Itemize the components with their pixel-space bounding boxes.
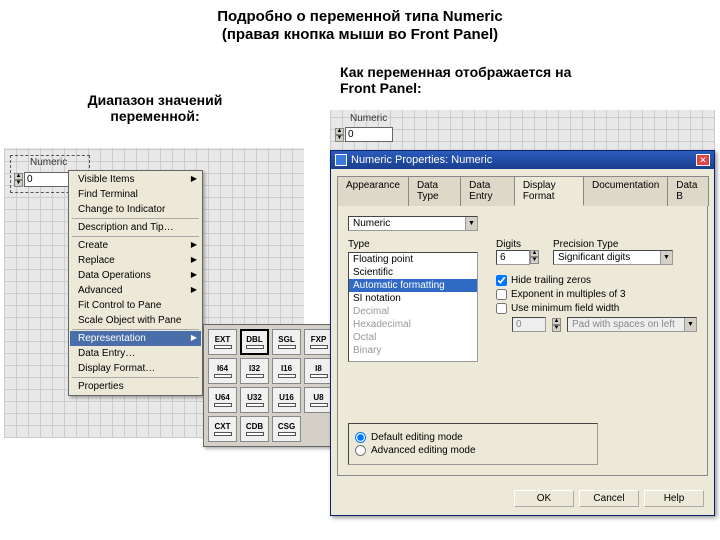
rep-sgl[interactable]: SGL — [272, 329, 301, 355]
tabs: Appearance Data Type Data Entry Display … — [337, 175, 708, 206]
numeric-label-left: Numeric — [30, 157, 67, 168]
rep-u16[interactable]: U16 — [272, 387, 301, 413]
menu-fit-control[interactable]: Fit Control to Pane — [70, 298, 201, 313]
tab-documentation[interactable]: Documentation — [583, 176, 668, 206]
numeric-control-left[interactable]: ▲ ▼ 0 — [14, 172, 72, 187]
digits-input[interactable]: 6 — [496, 250, 530, 265]
menu-change-indicator[interactable]: Change to Indicator — [70, 202, 201, 217]
digits-label: Digits — [496, 239, 539, 250]
menu-replace[interactable]: Replace▶ — [70, 253, 201, 268]
dialog-titlebar[interactable]: Numeric Properties: Numeric ✕ — [331, 151, 714, 169]
page-title-2: (правая кнопка мыши во Front Panel) — [0, 26, 720, 43]
pad-dropdown: Pad with spaces on left▼ — [567, 317, 697, 332]
rep-u32[interactable]: U32 — [240, 387, 269, 413]
type-list[interactable]: Floating point Scientific Automatic form… — [348, 252, 478, 362]
type-binary: Binary — [349, 344, 477, 357]
numeric-input-right[interactable]: 0 — [345, 127, 393, 142]
numeric-dropdown[interactable]: Numeric▼ — [348, 216, 478, 231]
precision-dropdown[interactable]: Significant digits▼ — [553, 250, 673, 265]
dialog-title: Numeric Properties: Numeric — [351, 154, 492, 166]
tab-appearance[interactable]: Appearance — [337, 176, 409, 206]
ok-button[interactable]: OK — [514, 490, 574, 507]
menu-visible-items[interactable]: Visible Items▶ — [70, 172, 201, 187]
rep-u64[interactable]: U64 — [208, 387, 237, 413]
rep-cxt[interactable]: CXT — [208, 416, 237, 442]
menu-desc-tip[interactable]: Description and Tip… — [70, 220, 201, 235]
properties-dialog: Numeric Properties: Numeric ✕ Appearance… — [330, 150, 715, 516]
digits-spin-down-icon[interactable]: ▼ — [530, 257, 539, 264]
rep-cdb[interactable]: CDB — [240, 416, 269, 442]
rep-i64[interactable]: I64 — [208, 358, 237, 384]
help-button[interactable]: Help — [644, 490, 704, 507]
type-hex: Hexadecimal — [349, 318, 477, 331]
cancel-button[interactable]: Cancel — [579, 490, 639, 507]
context-menu: Visible Items▶ Find Terminal Change to I… — [68, 170, 203, 396]
rep-i16[interactable]: I16 — [272, 358, 301, 384]
advanced-editing-radio[interactable]: Advanced editing mode — [355, 445, 591, 456]
tab-data-b[interactable]: Data B — [667, 176, 709, 206]
default-editing-radio[interactable]: Default editing mode — [355, 432, 591, 443]
display-format-pane: Numeric▼ Type Floating point Scientific … — [337, 206, 708, 476]
dialog-buttons: OK Cancel Help — [331, 482, 714, 515]
app-icon — [335, 154, 347, 166]
spin-down-icon[interactable]: ▼ — [335, 135, 344, 142]
type-decimal: Decimal — [349, 305, 477, 318]
type-label: Type — [348, 239, 478, 250]
digits-spin-up-icon[interactable]: ▲ — [530, 250, 539, 257]
type-automatic[interactable]: Automatic formatting — [349, 279, 477, 292]
hide-trailing-zeros-checkbox[interactable]: Hide trailing zeros — [496, 275, 697, 286]
rep-u8[interactable]: U8 — [304, 387, 333, 413]
minw-spin-down-icon: ▼ — [552, 325, 561, 332]
spin-up-icon[interactable]: ▲ — [335, 128, 344, 135]
menu-data-operations[interactable]: Data Operations▶ — [70, 268, 201, 283]
spin-up-icon[interactable]: ▲ — [14, 173, 23, 180]
numeric-input-left[interactable]: 0 — [24, 172, 72, 187]
representation-flyout: EXT DBL SGL FXP I64 I32 I16 I8 U64 U32 U… — [203, 324, 338, 447]
rep-ext[interactable]: EXT — [208, 329, 237, 355]
rep-i32[interactable]: I32 — [240, 358, 269, 384]
editing-mode-group: Default editing mode Advanced editing mo… — [348, 423, 598, 465]
menu-advanced[interactable]: Advanced▶ — [70, 283, 201, 298]
close-icon[interactable]: ✕ — [696, 154, 710, 166]
rep-fxp[interactable]: FXP — [304, 329, 333, 355]
spin-down-icon[interactable]: ▼ — [14, 180, 23, 187]
minw-spin-up-icon: ▲ — [552, 318, 561, 325]
chevron-down-icon: ▼ — [465, 217, 477, 230]
type-floating-point[interactable]: Floating point — [349, 253, 477, 266]
type-absolute-time[interactable]: Absolute time — [349, 361, 477, 362]
menu-find-terminal[interactable]: Find Terminal — [70, 187, 201, 202]
min-field-width-checkbox[interactable]: Use minimum field width — [496, 303, 697, 314]
menu-display-format[interactable]: Display Format… — [70, 361, 201, 376]
left-subtitle: Диапазон значенийпеременной: — [60, 92, 250, 124]
menu-representation[interactable]: Representation▶ — [70, 331, 201, 346]
chevron-down-icon: ▼ — [684, 318, 696, 331]
tab-data-entry[interactable]: Data Entry — [460, 176, 515, 206]
menu-scale-object[interactable]: Scale Object with Pane — [70, 313, 201, 328]
rep-i8[interactable]: I8 — [304, 358, 333, 384]
rep-dbl[interactable]: DBL — [240, 329, 269, 355]
min-field-width-input: 0 — [512, 317, 546, 332]
tab-display-format[interactable]: Display Format — [514, 176, 584, 206]
menu-data-entry[interactable]: Data Entry… — [70, 346, 201, 361]
type-scientific[interactable]: Scientific — [349, 266, 477, 279]
numeric-label-right: Numeric — [350, 113, 387, 124]
menu-properties[interactable]: Properties — [70, 379, 201, 394]
tab-data-type[interactable]: Data Type — [408, 176, 461, 206]
right-subtitle: Как переменная отображается наFront Pane… — [340, 64, 670, 96]
precision-label: Precision Type — [553, 239, 673, 250]
type-octal: Octal — [349, 331, 477, 344]
numeric-control-right[interactable]: ▲ ▼ 0 — [335, 127, 393, 142]
rep-csg[interactable]: CSG — [272, 416, 301, 442]
menu-create[interactable]: Create▶ — [70, 238, 201, 253]
page-title-1: Подробно о переменной типа Numeric — [0, 8, 720, 25]
type-si[interactable]: SI notation — [349, 292, 477, 305]
exponent-mult3-checkbox[interactable]: Exponent in multiples of 3 — [496, 289, 697, 300]
chevron-down-icon: ▼ — [660, 251, 672, 264]
